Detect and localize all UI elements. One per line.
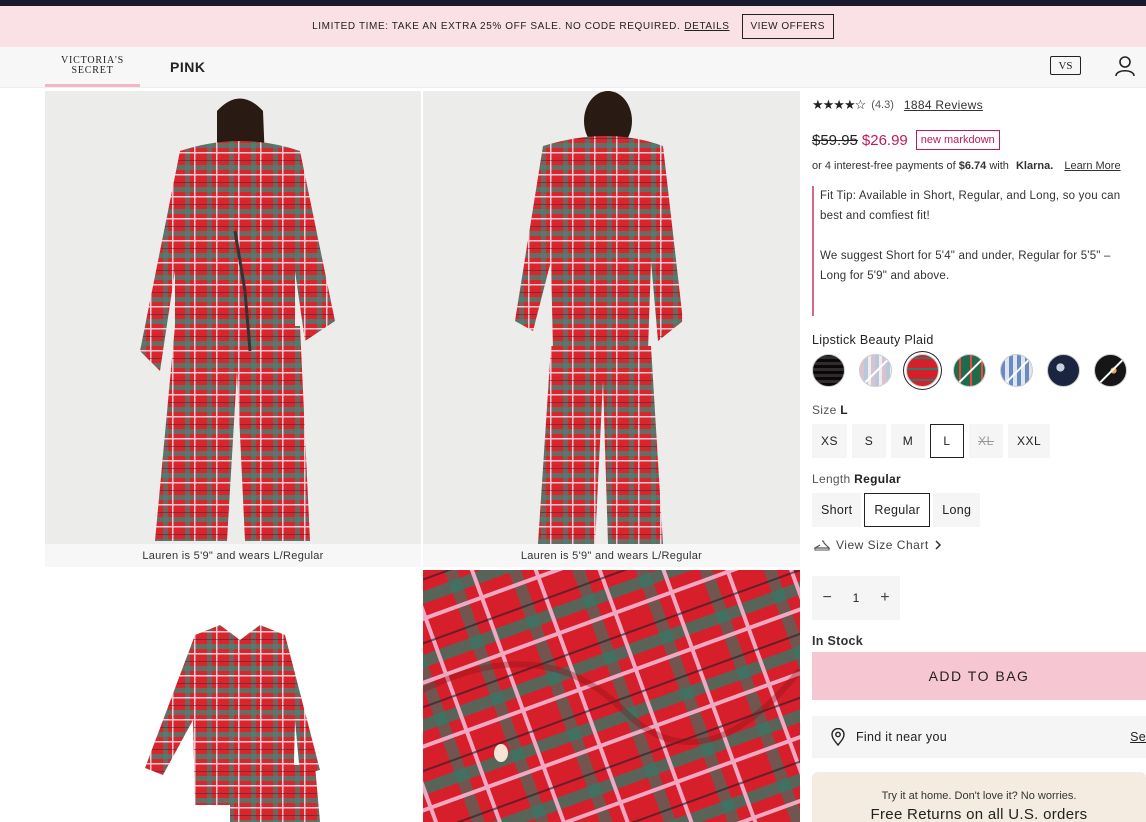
size-chart-link[interactable]: View Size Chart	[814, 538, 943, 552]
image-caption-2: Lauren is 5'9" and wears L/Regular	[423, 544, 800, 567]
product-image-fabric-detail[interactable]	[423, 570, 800, 822]
product-image-front[interactable]	[45, 91, 421, 544]
stock-status: In Stock	[812, 634, 864, 648]
bag-glyph: VS	[1058, 59, 1073, 72]
original-price: $59.95	[812, 131, 858, 149]
fit-tip-line-2b: Long for 5'9" and above.	[820, 270, 950, 282]
length-long-button[interactable]: Long	[933, 493, 981, 527]
brand-line-1: VICTORIA'S	[61, 54, 124, 66]
sale-price: $26.99	[861, 131, 908, 149]
returns-small-text: Try it at home. Don't love it? No worrie…	[881, 790, 1077, 802]
length-label: Length Regular	[812, 472, 901, 486]
hanger-icon	[814, 540, 830, 551]
color-name: Lipstick Beauty Plaid	[812, 333, 934, 347]
klarna-with: with	[989, 160, 1009, 172]
length-options: Short Regular Long	[812, 493, 983, 527]
product-image-back[interactable]	[423, 91, 800, 544]
pink-logo[interactable]: PINK	[170, 59, 205, 75]
fit-tip-line-1: Fit Tip: Available in Short, Regular, an…	[820, 190, 1121, 202]
returns-big-text: Free Returns on all U.S. orders	[870, 806, 1088, 822]
rating-value: (4.3)	[871, 99, 894, 111]
size-s-button[interactable]: S	[852, 424, 887, 458]
shopping-bag-icon[interactable]: VS	[1050, 56, 1081, 75]
top-nav: VICTORIA'S SECRET PINK VS	[0, 47, 1146, 88]
model-front-illustration	[140, 98, 335, 541]
model-back-illustration	[515, 91, 683, 544]
rating-stars-icon: ★★★★☆	[812, 97, 866, 112]
swatch-navy-print[interactable]	[1047, 354, 1080, 387]
klarna-learn-more-link[interactable]: Learn More	[1064, 160, 1120, 172]
rating-row: ★★★★☆ (4.3) 1884 Reviews	[812, 97, 983, 113]
size-xl-button[interactable]: XL	[969, 424, 1004, 458]
fit-tip: Fit Tip: Available in Short, Regular, an…	[812, 186, 1146, 316]
fit-tip-line-2: We suggest Short for 5'4" and under, Reg…	[820, 250, 1111, 262]
find-near-you-label: Find it near you	[856, 730, 947, 744]
swatch-pastel-stripe[interactable]	[859, 354, 892, 387]
klarna-prefix: or 4 interest-free payments of	[812, 160, 956, 172]
swatch-black-print[interactable]	[1094, 354, 1127, 387]
size-selected-value: L	[840, 403, 848, 417]
location-pin-icon	[831, 728, 845, 746]
swatch-lipstick-beauty-plaid[interactable]	[906, 354, 939, 387]
size-options: XS S M L XL XXL	[812, 424, 1055, 458]
quantity-increase-button[interactable]: +	[880, 589, 889, 607]
quantity-value[interactable]: 1	[853, 591, 860, 605]
add-to-bag-button[interactable]: ADD TO BAG	[812, 652, 1146, 700]
fit-tip-line-1b: best and comfiest fit!	[820, 210, 930, 222]
flatlay-illustration	[145, 625, 320, 822]
swatch-green-plaid[interactable]	[953, 354, 986, 387]
promo-banner: LIMITED TIME: TAKE AN EXTRA 25% OFF SALE…	[0, 6, 1146, 47]
price-row: $59.95 $26.99 new markdown	[812, 130, 1000, 150]
swatch-blue-plaid[interactable]	[1000, 354, 1033, 387]
chevron-right-icon	[935, 540, 941, 550]
length-selected-value: Regular	[854, 472, 901, 486]
length-regular-button[interactable]: Regular	[864, 493, 931, 527]
find-see-link[interactable]: Se	[1130, 730, 1146, 744]
size-chart-label: View Size Chart	[836, 538, 929, 552]
quantity-decrease-button[interactable]: −	[822, 589, 831, 607]
length-short-button[interactable]: Short	[812, 493, 862, 527]
reviews-link[interactable]: 1884 Reviews	[904, 98, 983, 112]
size-label: Size L	[812, 403, 848, 417]
brand-line-2: SECRET	[71, 64, 114, 76]
size-m-button[interactable]: M	[891, 424, 926, 458]
promo-text: LIMITED TIME: TAKE AN EXTRA 25% OFF SALE…	[312, 21, 681, 32]
view-offers-button[interactable]: VIEW OFFERS	[741, 14, 834, 39]
swatch-black-plaid[interactable]	[812, 354, 845, 387]
markdown-badge: new markdown	[915, 130, 1000, 150]
klarna-amount: $6.74	[958, 160, 987, 172]
image-caption-1: Lauren is 5'9" and wears L/Regular	[45, 544, 421, 567]
account-icon[interactable]	[1114, 55, 1136, 77]
size-label-text: Size	[812, 403, 837, 417]
color-swatches	[812, 354, 1141, 387]
product-image-flatlay[interactable]	[45, 570, 421, 822]
klarna-logo: Klarna.	[1015, 160, 1054, 172]
free-returns-banner: Try it at home. Don't love it? No worrie…	[812, 772, 1146, 822]
size-l-button[interactable]: L	[930, 424, 965, 458]
promo-details-link[interactable]: DETAILS	[684, 21, 729, 32]
quantity-stepper: − 1 +	[812, 576, 900, 620]
size-xs-button[interactable]: XS	[812, 424, 848, 458]
victorias-secret-logo[interactable]: VICTORIA'S SECRET	[45, 47, 140, 87]
klarna-row: or 4 interest-free payments of $6.74 wit…	[812, 160, 1121, 172]
find-near-you[interactable]: Find it near you Se	[812, 716, 1146, 758]
fabric-detail-illustration	[423, 570, 800, 822]
size-xxl-button[interactable]: XXL	[1008, 424, 1051, 458]
length-label-text: Length	[812, 472, 851, 486]
